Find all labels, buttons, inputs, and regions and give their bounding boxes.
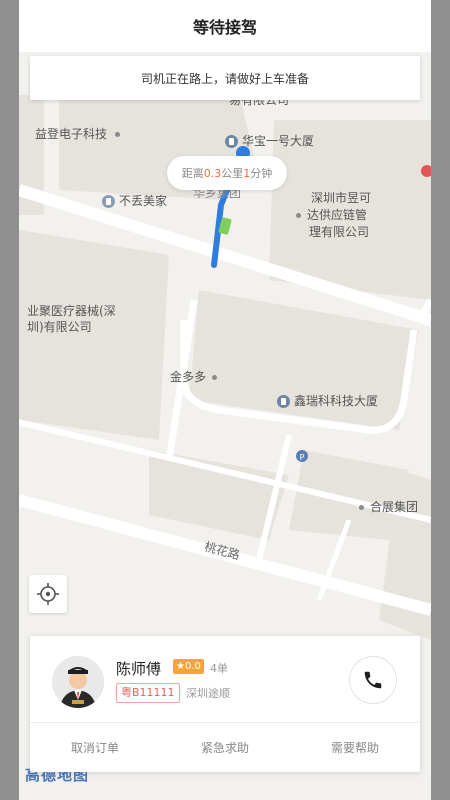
map-label-huabao: 华宝一号大厦 (225, 134, 314, 149)
map-label-yeju-1: 业聚医疗器械(深 (27, 304, 116, 318)
emergency-help-button[interactable]: 紧急求助 (160, 723, 290, 772)
order-count: 4单 (210, 662, 228, 675)
driver-card: 陈师傅 ★0.0 4单 粤B11111 深圳途顺 取消订单 紧急求助 需要帮助 (30, 636, 420, 772)
eta-prefix: 距离 (181, 167, 204, 180)
building-icon (277, 395, 290, 408)
eta-distance-unit: 公里 (221, 167, 244, 180)
map-label-shenzhen-1: 深圳市昱可 (311, 191, 372, 205)
map-label-hezhan: 合展集团 (359, 500, 418, 515)
cancel-order-button[interactable]: 取消订单 (30, 723, 160, 772)
action-bar: 取消订单 紧急求助 需要帮助 (30, 723, 420, 772)
call-driver-button[interactable] (349, 656, 397, 704)
home-icon (102, 195, 115, 208)
page-title: 等待接驾 (192, 18, 257, 37)
crosshair-icon (37, 583, 59, 605)
map-label-yeju-2: 圳)有限公司 (27, 320, 92, 334)
header-bar: 等待接驾 (19, 0, 431, 52)
status-text: 司机正在路上，请做好上车准备 (140, 71, 309, 86)
need-help-button[interactable]: 需要帮助 (290, 723, 420, 772)
poi-dot (296, 213, 301, 218)
phone-screen: 等待接驾 P 易有限公司 益登电子科技 华宝一号大厦 华乡集团 不丢美家 深圳市… (19, 0, 431, 800)
map-label-jinduoduo: 金多多 (170, 370, 223, 385)
driver-avatar-icon (52, 656, 104, 708)
svg-text:P: P (300, 453, 305, 462)
poi-dot (115, 132, 121, 137)
poi-dot (359, 505, 364, 510)
driver-company: 深圳途顺 (186, 687, 230, 700)
status-banner: 司机正在路上，请做好上车准备 (30, 56, 420, 100)
map-label-shenzhen-2: 达供应链管 (296, 208, 367, 223)
phone-icon (364, 671, 382, 689)
map-label-shenzhen-3: 理有限公司 (309, 225, 370, 239)
map-label-budiu: 不丢美家 (102, 194, 167, 209)
building-icon (225, 135, 238, 148)
eta-bubble: 距离 0.3 公里 1 分钟 (167, 156, 287, 190)
poi-dot (212, 375, 218, 380)
driver-name: 陈师傅 (116, 660, 162, 678)
map-label-yideng: 益登电子科技 (35, 127, 126, 142)
license-plate: 粤B11111 (116, 683, 180, 703)
eta-time: 1 (243, 166, 251, 180)
eta-time-unit: 分钟 (250, 167, 273, 180)
eta-distance: 0.3 (203, 166, 222, 180)
avatar (52, 656, 104, 708)
locate-button[interactable] (29, 575, 67, 613)
rating-badge: ★0.0 (173, 659, 204, 674)
map-label-xinrui: 鑫瑞科科技大厦 (277, 394, 378, 409)
